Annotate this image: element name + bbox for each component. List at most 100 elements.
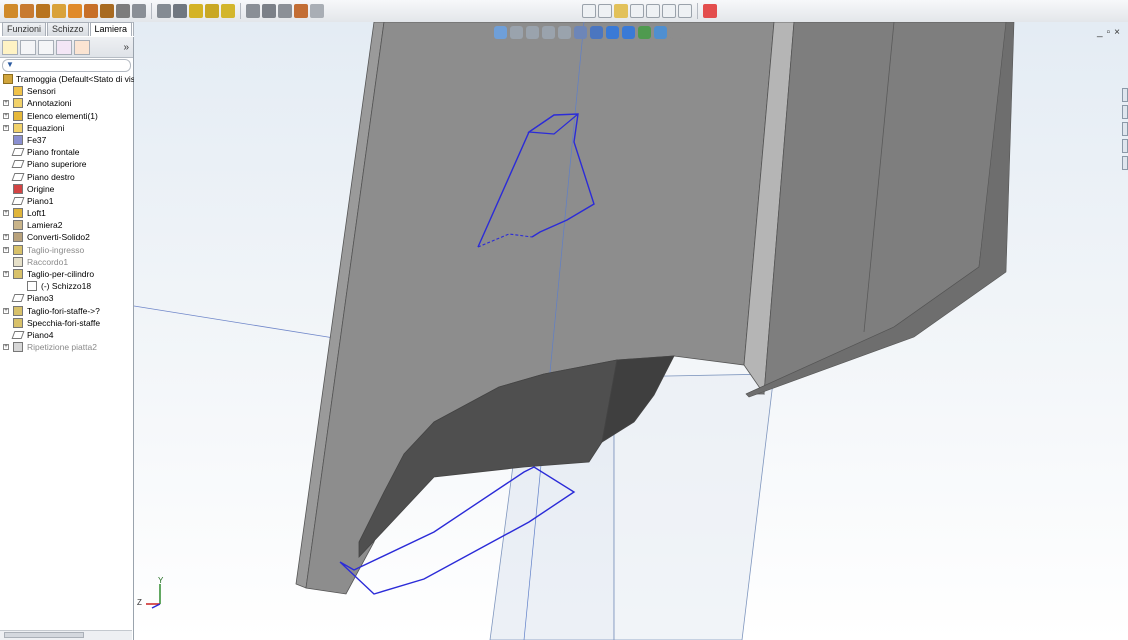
close-icon[interactable]: × bbox=[1114, 27, 1124, 38]
tree-item[interactable]: + Loft1 bbox=[0, 207, 133, 219]
expand-icon[interactable]: + bbox=[3, 100, 9, 107]
minimize-icon[interactable]: _ bbox=[1097, 27, 1107, 38]
tree-item[interactable]: Raccordo1 bbox=[0, 256, 133, 268]
tree-item[interactable]: + Elenco elementi(1) bbox=[0, 110, 133, 122]
section-view-icon[interactable] bbox=[574, 25, 587, 39]
tree-horizontal-scrollbar[interactable] bbox=[0, 630, 132, 640]
tree-item[interactable]: + Converti-Solido2 bbox=[0, 231, 133, 243]
configuration-manager-tab-icon[interactable] bbox=[38, 39, 54, 55]
expand-panel-chevron-icon[interactable]: » bbox=[123, 42, 129, 53]
fold-icon[interactable] bbox=[157, 4, 171, 18]
break-corner-icon[interactable] bbox=[678, 4, 692, 18]
tree-item[interactable]: Origine bbox=[0, 183, 133, 195]
expand-icon[interactable]: + bbox=[3, 234, 9, 241]
expand-icon[interactable]: + bbox=[3, 271, 9, 277]
closed-corner-icon[interactable] bbox=[646, 4, 660, 18]
view-palette-tab-icon[interactable] bbox=[1122, 139, 1128, 153]
tree-item[interactable]: Piano3 bbox=[0, 292, 133, 304]
forming-tool-icon[interactable] bbox=[310, 4, 324, 18]
extrude-icon[interactable] bbox=[4, 4, 18, 18]
tree-item[interactable]: Piano1 bbox=[0, 195, 133, 207]
expand-icon[interactable]: + bbox=[3, 307, 9, 314]
feature-freeze-icon[interactable] bbox=[703, 4, 717, 18]
curves-icon[interactable] bbox=[598, 4, 612, 18]
expand-icon[interactable]: + bbox=[3, 112, 9, 119]
sheet-metal-model[interactable]: Y Z bbox=[134, 22, 1128, 640]
expand-icon[interactable]: + bbox=[3, 344, 9, 351]
display-manager-tab-icon[interactable] bbox=[74, 39, 90, 55]
tree-item[interactable]: + Taglio-fori-staffe->? bbox=[0, 305, 133, 317]
appearances-tab-icon[interactable] bbox=[1122, 156, 1128, 170]
move-icon[interactable] bbox=[494, 25, 507, 39]
toolbar-group-right bbox=[582, 3, 717, 19]
zoom-area-icon[interactable] bbox=[526, 25, 539, 39]
edit-appearance-icon[interactable] bbox=[638, 25, 651, 39]
tree-item-label: Annotazioni bbox=[27, 98, 72, 109]
instant3d-icon[interactable] bbox=[614, 4, 628, 18]
property-manager-tab-icon[interactable] bbox=[20, 39, 36, 55]
expand-icon[interactable]: + bbox=[3, 124, 9, 131]
convert-icon bbox=[13, 232, 23, 243]
edge-flange-icon[interactable] bbox=[52, 4, 66, 18]
command-toolbar bbox=[0, 0, 1128, 23]
view-settings-icon[interactable] bbox=[670, 25, 683, 39]
tree-filter-input[interactable]: ▼ bbox=[2, 59, 131, 72]
tree-item-label: Taglio-per-cilindro bbox=[27, 269, 95, 279]
tree-item[interactable]: Specchia-fori-staffe bbox=[0, 317, 133, 329]
expand-icon[interactable]: + bbox=[3, 210, 9, 217]
simple-hole-icon[interactable] bbox=[262, 4, 276, 18]
tree-item[interactable]: Piano superiore bbox=[0, 158, 133, 170]
zoom-fit-icon[interactable] bbox=[510, 25, 523, 39]
dimxpert-manager-tab-icon[interactable] bbox=[56, 39, 72, 55]
view-orientation-icon[interactable] bbox=[590, 25, 603, 39]
tab-funzioni[interactable]: Funzioni bbox=[2, 22, 47, 36]
no-bends-icon[interactable] bbox=[189, 4, 203, 18]
tree-item[interactable]: Piano4 bbox=[0, 329, 133, 341]
tree-item[interactable]: + Taglio-per-cilindro bbox=[0, 268, 133, 280]
corner-icon[interactable] bbox=[294, 4, 308, 18]
hide-show-icon[interactable] bbox=[622, 25, 635, 39]
tree-item[interactable]: Lamiera2 bbox=[0, 219, 133, 231]
sweep-icon[interactable] bbox=[36, 4, 50, 18]
tab-schizzo[interactable]: Schizzo bbox=[47, 22, 89, 36]
sketched-bend-icon[interactable] bbox=[100, 4, 114, 18]
welded-corner-icon[interactable] bbox=[662, 4, 676, 18]
insert-bends-icon[interactable] bbox=[221, 4, 235, 18]
sheet-metal-gauge-icon[interactable] bbox=[630, 4, 644, 18]
expand-icon[interactable]: + bbox=[3, 246, 9, 253]
tree-item[interactable]: (-) Schizzo18 bbox=[0, 280, 133, 292]
unfold-icon[interactable] bbox=[132, 4, 146, 18]
plane-icon bbox=[11, 148, 25, 157]
extruded-cut-icon[interactable] bbox=[246, 4, 260, 18]
miter-flange-icon[interactable] bbox=[68, 4, 82, 18]
apply-scene-icon[interactable] bbox=[654, 25, 667, 39]
tree-item[interactable]: Fe37 bbox=[0, 134, 133, 146]
tree-item[interactable]: Piano frontale bbox=[0, 146, 133, 158]
tree-item[interactable]: Sensori bbox=[0, 85, 133, 97]
design-library-tab-icon[interactable] bbox=[1122, 105, 1128, 119]
rip-icon[interactable] bbox=[205, 4, 219, 18]
tree-item[interactable]: + Ripetizione piatta2 bbox=[0, 341, 133, 353]
tree-item-label: Piano destro bbox=[27, 171, 75, 182]
tree-item[interactable]: + Equazioni bbox=[0, 122, 133, 134]
flatten-icon[interactable] bbox=[173, 4, 187, 18]
tree-root[interactable]: Tramoggia (Default<Stato di vis bbox=[0, 73, 135, 85]
jog-icon[interactable] bbox=[116, 4, 130, 18]
hem-icon[interactable] bbox=[84, 4, 98, 18]
revolve-icon[interactable] bbox=[20, 4, 34, 18]
sketch-icon bbox=[27, 281, 37, 292]
resources-tab-icon[interactable] bbox=[1122, 88, 1128, 102]
graphics-area[interactable]: Y Z _▫× bbox=[134, 22, 1128, 640]
zoom-in-out-icon[interactable] bbox=[542, 25, 555, 39]
tab-lamiera[interactable]: Lamiera bbox=[89, 22, 133, 36]
previous-view-icon[interactable] bbox=[558, 25, 571, 39]
tree-item[interactable]: + Taglio-ingresso bbox=[0, 244, 133, 256]
tree-item[interactable]: Piano destro bbox=[0, 171, 133, 183]
ref-geometry-icon[interactable] bbox=[582, 4, 596, 18]
vent-icon[interactable] bbox=[278, 4, 292, 18]
feature-manager-tab-icon[interactable] bbox=[2, 39, 18, 55]
scrollbar-thumb[interactable] bbox=[4, 632, 84, 638]
file-explorer-tab-icon[interactable] bbox=[1122, 122, 1128, 136]
tree-item[interactable]: + Annotazioni bbox=[0, 97, 133, 109]
display-style-icon[interactable] bbox=[606, 25, 619, 39]
